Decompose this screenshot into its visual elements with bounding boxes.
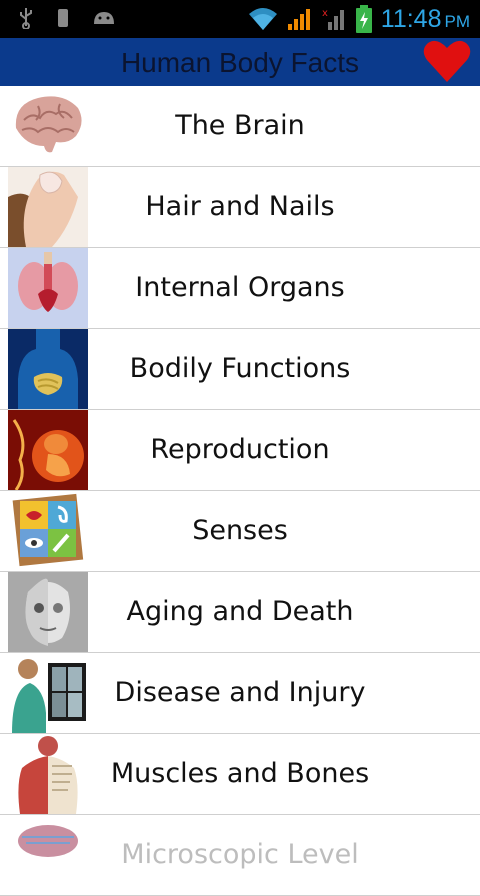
topic-label: Disease and Injury (114, 677, 366, 708)
signal-icon (287, 6, 313, 36)
topic-label: Senses (192, 515, 288, 546)
heart-icon (423, 40, 471, 82)
topic-label: Reproduction (150, 434, 330, 465)
topic-item-aging-death[interactable]: Aging and Death (0, 572, 480, 653)
svg-text:x: x (322, 8, 328, 19)
sim-icon (56, 7, 70, 33)
favorites-button[interactable] (422, 38, 472, 86)
clock-ampm: PM (444, 12, 471, 31)
usb-icon (18, 7, 34, 33)
clock-time: 11:48 (380, 5, 442, 33)
topic-label: Internal Organs (135, 272, 345, 303)
wifi-icon (247, 6, 279, 36)
android-icon (92, 8, 116, 32)
status-clock: 11:48 PM (381, 2, 470, 39)
app-bar: Human Body Facts (0, 38, 480, 86)
topic-label: Bodily Functions (129, 353, 351, 384)
topic-item-internal-organs[interactable]: Internal Organs (0, 248, 480, 329)
topic-label: Microscopic Level (121, 839, 359, 870)
topic-label: Aging and Death (126, 596, 354, 627)
topic-item-reproduction[interactable]: Reproduction (0, 410, 480, 491)
topic-item-hair-nails[interactable]: Hair and Nails (0, 167, 480, 248)
topic-item-brain[interactable]: The Brain (0, 86, 480, 167)
topic-label: Hair and Nails (145, 191, 335, 222)
app-title: Human Body Facts (120, 47, 360, 78)
status-bar: x 11:48 PM (0, 0, 480, 38)
topic-item-bodily-functions[interactable]: Bodily Functions (0, 329, 480, 410)
status-left-icons (18, 7, 116, 33)
topic-item-muscles-bones[interactable]: Muscles and Bones (0, 734, 480, 815)
topic-item-microscopic[interactable]: Microscopic Level (0, 815, 480, 896)
no-signal-icon: x (321, 6, 347, 36)
topic-label: The Brain (175, 110, 305, 141)
topic-label: Muscles and Bones (110, 758, 370, 789)
topic-item-disease-injury[interactable]: Disease and Injury (0, 653, 480, 734)
battery-charging-icon (355, 4, 373, 38)
status-right-icons: x 11:48 PM (247, 2, 470, 39)
topic-list: The Brain Hair and Nails Internal Organs (0, 86, 480, 896)
topic-item-senses[interactable]: Senses (0, 491, 480, 572)
